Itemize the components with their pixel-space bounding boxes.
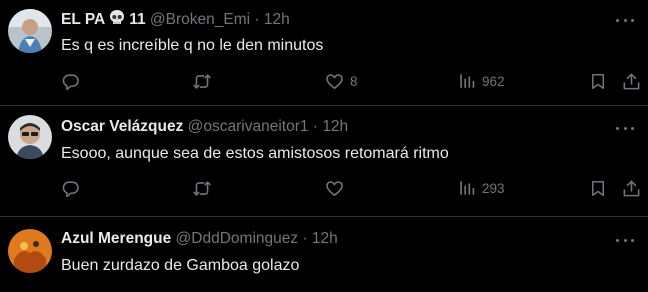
reply-icon (62, 73, 79, 90)
bookmark-button[interactable] (589, 70, 607, 92)
share-icon (623, 73, 640, 89)
retweet-button[interactable] (192, 177, 218, 199)
user-handle[interactable]: @oscarivaneitor1 (188, 118, 309, 135)
bookmark-icon (592, 180, 604, 196)
tweet[interactable]: EL PA 11 @Broken_Emi · 12h Es q es increí… (0, 0, 648, 106)
timestamp[interactable]: 12h (322, 118, 348, 135)
tweet-header: Azul Merengue @DddDominguez · 12h (61, 229, 608, 249)
avatar[interactable] (8, 115, 52, 159)
user-handle[interactable]: @Broken_Emi (150, 11, 250, 28)
like-count: 8 (350, 73, 358, 89)
heart-icon (326, 73, 343, 89)
more-icon[interactable] (616, 17, 634, 23)
views-button[interactable]: 962 (458, 70, 505, 92)
views-icon (460, 74, 475, 88)
heart-icon (326, 180, 343, 196)
tweet-header: Oscar Velázquez @oscarivaneitor1 · 12h (61, 117, 608, 137)
more-icon[interactable] (616, 237, 634, 243)
view-count: 293 (482, 180, 505, 196)
tweet-text: Buen zurdazo de Gamboa golazo (61, 257, 300, 274)
tweet[interactable]: Oscar Velázquez @oscarivaneitor1 · 12h E… (0, 106, 648, 217)
tweet-text: Esooo, aunque sea de estos amistosos ret… (61, 145, 449, 162)
tweet-actions: 8 962 (61, 70, 640, 92)
display-name[interactable]: EL PA (61, 11, 105, 28)
separator-dot: · (312, 118, 318, 135)
avatar[interactable] (8, 9, 52, 53)
separator-dot: · (302, 230, 308, 247)
timestamp[interactable]: 12h (312, 230, 338, 247)
skull-emoji (108, 9, 126, 33)
like-button[interactable] (325, 177, 350, 199)
like-button[interactable]: 8 (325, 70, 358, 92)
separator-dot: · (254, 11, 260, 28)
share-button[interactable] (622, 70, 641, 92)
reply-button[interactable] (61, 70, 86, 92)
share-icon (623, 180, 640, 196)
share-button[interactable] (622, 177, 641, 199)
views-button[interactable]: 293 (458, 177, 505, 199)
bookmark-button[interactable] (589, 177, 607, 199)
retweet-icon (193, 180, 211, 196)
view-count: 962 (482, 73, 505, 89)
views-icon (460, 181, 475, 195)
tweet-text: Es q es increíble q no le den minutos (61, 37, 324, 54)
reply-icon (62, 180, 79, 197)
tweet-actions: 293 (61, 177, 640, 199)
retweet-button[interactable] (192, 70, 218, 92)
display-name[interactable]: Azul Merengue (61, 230, 171, 247)
reply-button[interactable] (61, 177, 86, 199)
tweet-header: EL PA 11 @Broken_Emi · 12h (61, 9, 608, 33)
retweet-icon (193, 73, 211, 89)
reply-feed: EL PA 11 @Broken_Emi · 12h Es q es increí… (0, 0, 648, 292)
bookmark-icon (592, 73, 604, 89)
display-name-suffix: 11 (129, 11, 146, 28)
more-icon[interactable] (616, 125, 634, 131)
timestamp[interactable]: 12h (264, 11, 290, 28)
display-name[interactable]: Oscar Velázquez (61, 118, 183, 135)
avatar[interactable] (8, 229, 52, 273)
tweet[interactable]: Azul Merengue @DddDominguez · 12h Buen z… (0, 217, 648, 292)
user-handle[interactable]: @DddDominguez (176, 230, 299, 247)
